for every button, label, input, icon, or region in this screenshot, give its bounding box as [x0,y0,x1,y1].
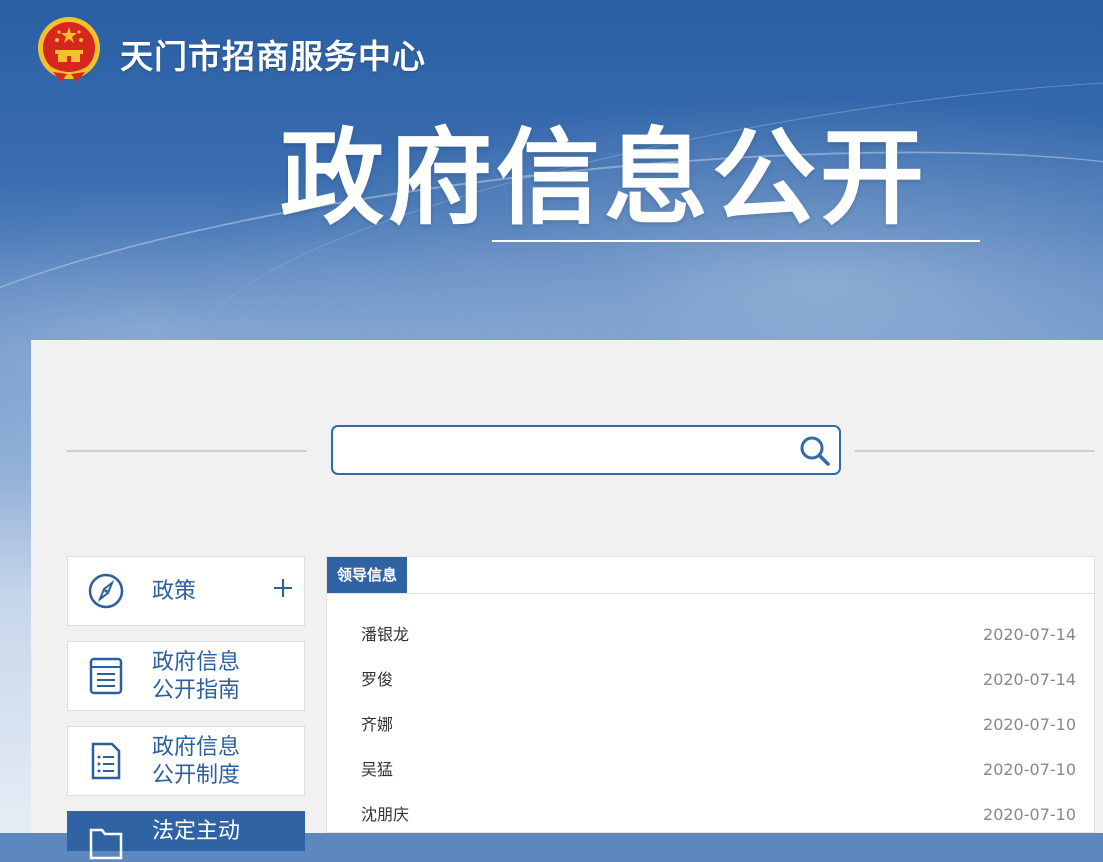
leader-info-panel: 领导信息 潘银龙 2020-07-14 罗俊 2020-07-14 齐娜 202… [326,556,1095,833]
list-item-title[interactable]: 沈朋庆 [361,805,409,824]
sidebar-item-label: 政府信息 [152,650,241,675]
list-item-date: 2020-07-10 [983,715,1076,734]
list-item-date: 2020-07-14 [983,670,1076,689]
sidebar-item-label: 政策 [152,579,197,604]
list-item[interactable]: 沈朋庆 2020-07-10 [361,800,1076,830]
sidebar-item-label: 政府信息 [152,735,241,760]
list-item[interactable]: 吴猛 2020-07-10 [361,755,1076,785]
main-panel: 政策 政府信息 公开指南 政府信息 公开制度 法定主动 领导信息 潘银龙 202… [31,340,1103,860]
sidebar-item-disclosure-system[interactable]: 政府信息 公开制度 [67,726,305,796]
title-underline [492,240,980,242]
search-input[interactable] [343,435,787,465]
sidebar-item-disclosure-guide[interactable]: 政府信息 公开指南 [67,641,305,711]
list-item-date: 2020-07-10 [983,805,1076,824]
list-item-date: 2020-07-10 [983,760,1076,779]
list-item[interactable]: 潘银龙 2020-07-14 [361,620,1076,650]
list-item[interactable]: 罗俊 2020-07-14 [361,665,1076,695]
list-item-date: 2020-07-14 [983,625,1076,644]
sidebar-item-label: 法定主动 [152,819,241,844]
list-item[interactable]: 齐娜 2020-07-10 [361,710,1076,740]
tab-leader-info[interactable]: 领导信息 [327,557,408,593]
compass-icon [88,573,124,609]
list-item-title[interactable]: 潘银龙 [361,625,409,644]
search-box [331,425,841,475]
list-item-title[interactable]: 罗俊 [361,670,393,689]
plus-icon[interactable] [272,577,294,599]
search-icon[interactable] [799,435,831,467]
page-title: 政府信息公开 [280,117,929,239]
national-emblem-icon [38,17,100,82]
tab-divider [327,593,1094,594]
site-name[interactable]: 天门市招商服务中心 [120,30,426,78]
list-item-title[interactable]: 齐娜 [361,715,393,734]
list-item-title[interactable]: 吴猛 [361,760,393,779]
sidebar-item-label: 公开指南 [152,678,241,703]
search-divider-right [855,450,1095,452]
sidebar-item-statutory-active[interactable]: 法定主动 [67,811,305,860]
folder-icon [89,828,123,860]
sidebar-item-policy[interactable]: 政策 [67,556,305,626]
checklist-document-icon [91,742,121,780]
sidebar-item-label: 公开制度 [152,763,241,788]
search-divider-left [67,450,307,452]
list-document-icon [89,657,123,695]
